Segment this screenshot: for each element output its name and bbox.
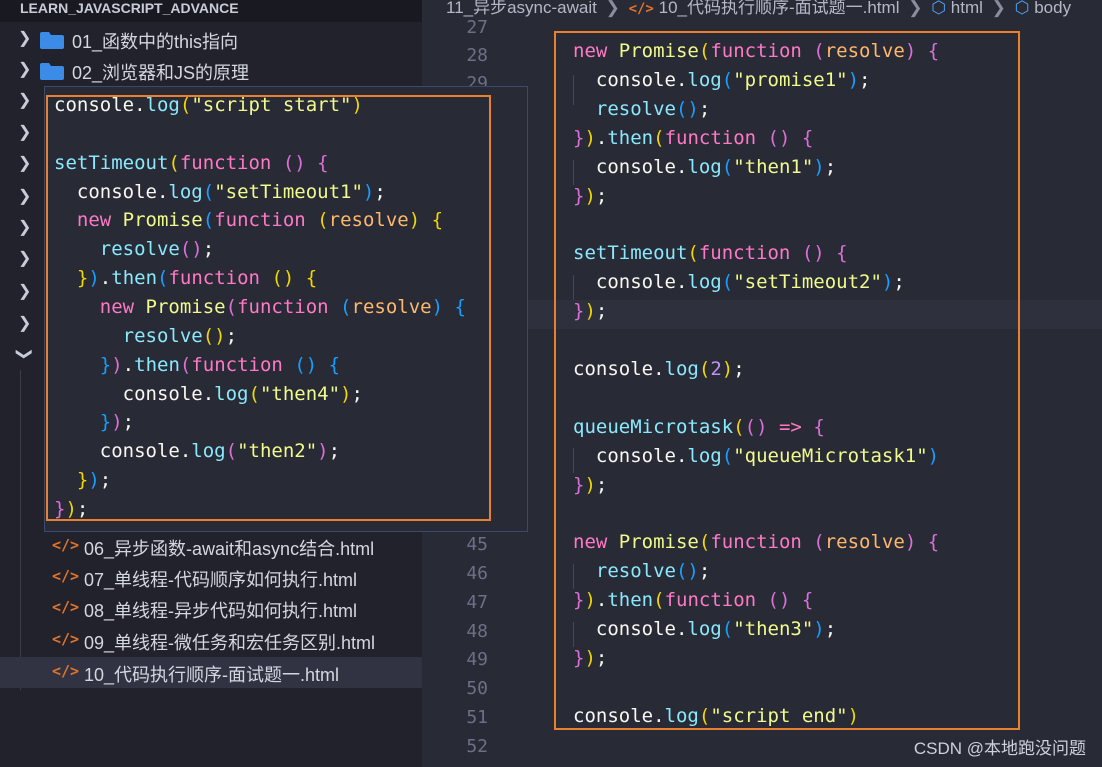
breadcrumb: 11_异步async-await ❯ </> 10_代码执行顺序-面试题一.ht… <box>422 0 1102 20</box>
line-number: 50 <box>466 678 488 699</box>
breadcrumb-file[interactable]: 10_代码执行顺序-面试题一.html <box>659 0 900 17</box>
chevron-right-icon[interactable]: ❯ <box>18 186 31 206</box>
html-tag-icon: </> <box>52 536 80 554</box>
chevron-down-icon[interactable]: ❯ <box>15 347 35 360</box>
file-label: 10_代码执行顺序-面试题一.html <box>84 665 340 685</box>
html-tag-icon: </> <box>52 567 80 585</box>
chevron-right-icon: ❯ <box>991 0 1006 17</box>
chevron-right-icon[interactable]: ❯ <box>18 281 31 301</box>
line-number: 46 <box>466 563 488 584</box>
line-number: 52 <box>466 736 488 757</box>
folder-row-browser[interactable]: ❯ 02_浏览器和JS的原理 <box>0 55 422 86</box>
breadcrumb-node-html[interactable]: html <box>951 0 983 17</box>
folder-row-this[interactable]: ❯ 01_函数中的this指向 <box>0 24 422 55</box>
explorer-header[interactable]: LEARN_JAVASCRIPT_ADVANCE <box>0 0 422 22</box>
chevron-right-icon: ❯ <box>908 0 923 17</box>
file-label: 08_单线程-异步代码如何执行.html <box>84 601 358 621</box>
cube-icon: ⬡ <box>1014 0 1030 17</box>
chevron-right-icon[interactable]: ❯ <box>18 153 31 173</box>
line-number: 27 <box>466 17 488 38</box>
html-tag-icon: </> <box>52 630 80 648</box>
breadcrumb-node-body[interactable]: body <box>1034 0 1071 17</box>
file-row-selected[interactable]: </> 10_代码执行顺序-面试题一.html <box>0 657 422 688</box>
file-row[interactable]: </> 07_单线程-代码顺序如何执行.html <box>0 562 422 593</box>
file-row[interactable]: </> 08_单线程-异步代码如何执行.html <box>0 593 422 624</box>
file-label: 09_单线程-微任务和宏任务区别.html <box>84 633 376 653</box>
chevron-right-icon[interactable]: ❯ <box>18 217 31 237</box>
code-snippet-overlay: console.log("script start") setTimeout(fu… <box>44 86 528 532</box>
html-tag-icon: </> <box>52 662 80 680</box>
line-number: 45 <box>466 534 488 555</box>
line-number: 47 <box>466 592 488 613</box>
line-number: 49 <box>466 649 488 670</box>
chevron-right-icon: ❯ <box>18 30 32 47</box>
html-tag-icon: </> <box>628 1 654 17</box>
chevron-right-icon: ❯ <box>605 0 620 17</box>
watermark: CSDN @本地跑没问题 <box>913 739 1086 758</box>
line-number: 48 <box>466 621 488 642</box>
chevron-right-icon[interactable]: ❯ <box>18 122 31 142</box>
cube-icon: ⬡ <box>931 0 947 17</box>
folder-label: 02_浏览器和JS的原理 <box>72 63 250 83</box>
highlight-box-left <box>46 95 491 521</box>
chevron-right-icon[interactable]: ❯ <box>18 313 31 333</box>
chevron-right-icon[interactable]: ❯ <box>18 90 31 110</box>
chevron-right-icon: ❯ <box>18 61 32 78</box>
file-label: 06_异步函数-await和async结合.html <box>84 539 375 559</box>
html-tag-icon: </> <box>52 598 80 616</box>
line-number: 28 <box>466 45 488 66</box>
folder-label: 01_函数中的this指向 <box>72 32 239 52</box>
folder-icon <box>40 63 64 80</box>
highlight-box-right <box>554 31 1020 730</box>
folder-icon <box>40 32 64 49</box>
file-row[interactable]: </> 09_单线程-微任务和宏任务区别.html <box>0 625 422 656</box>
file-label: 07_单线程-代码顺序如何执行.html <box>84 570 358 590</box>
line-number: 51 <box>466 707 488 728</box>
file-row[interactable]: </> 06_异步函数-await和async结合.html <box>0 531 422 562</box>
chevron-right-icon[interactable]: ❯ <box>18 248 31 268</box>
